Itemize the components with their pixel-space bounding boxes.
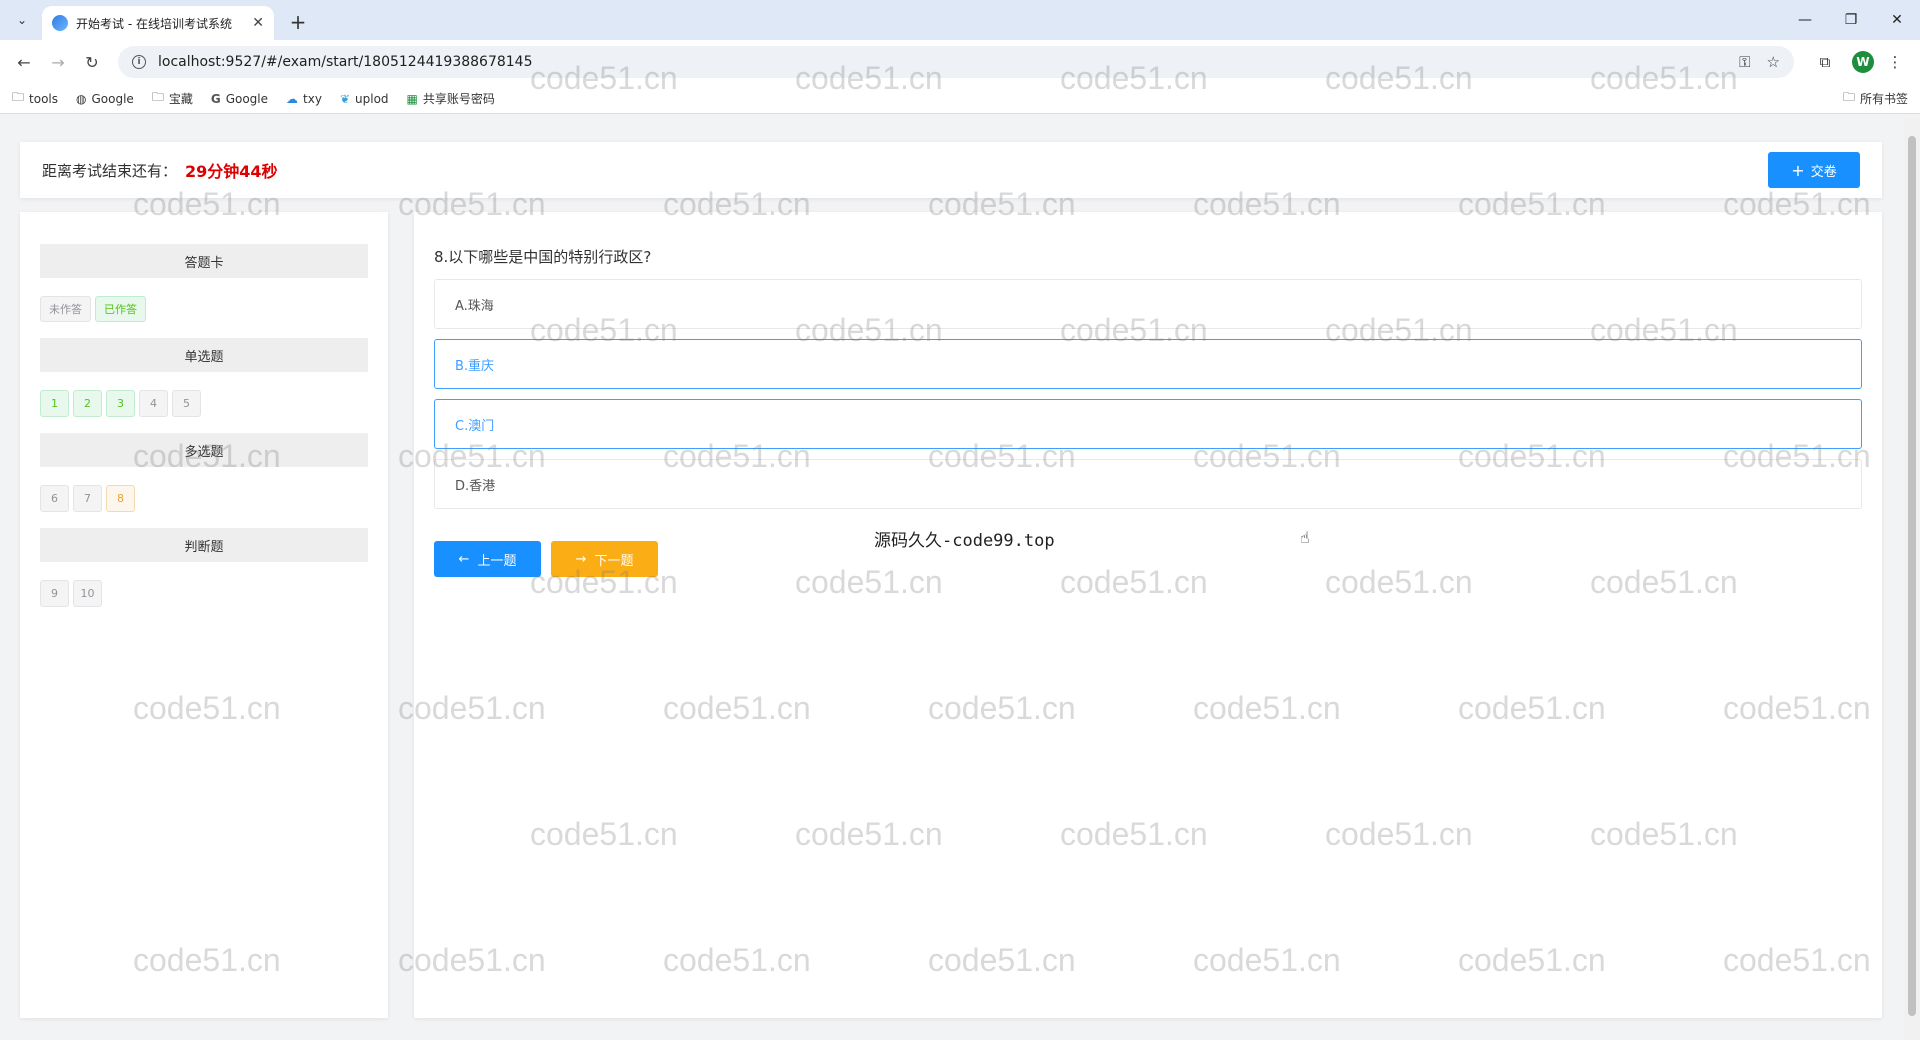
legend-row: 未作答 已作答 [40,278,368,338]
bookmark-google-1[interactable]: ◍ Google [76,92,134,106]
bookmark-google-2[interactable]: G Google [211,92,268,106]
question-number-2[interactable]: 2 [73,390,102,417]
password-key-icon[interactable]: ⚿ [1739,53,1750,71]
next-question-button[interactable]: → 下一题 [551,541,658,577]
bookmark-tools[interactable]: 🗀 tools [12,88,58,109]
menu-kebab-icon[interactable]: ⋮ [1880,47,1910,77]
option-a[interactable]: A.珠海 [434,279,1862,329]
folder-icon: 🗀 [151,90,164,104]
question-number-6[interactable]: 6 [40,485,69,512]
browser-tab-bar: ⌄ 开始考试 - 在线培训考试系统 ✕ + — ❐ ✕ [0,0,1920,40]
bird-icon: ❦ [339,91,351,106]
question-nav: ← 上一题 → 下一题 [434,541,1862,577]
arrow-left-icon: ← [458,551,470,567]
question-number-4[interactable]: 4 [139,390,168,417]
section-multiple-choice: 多选题 [40,433,368,467]
site-favicon-icon [52,15,68,31]
legend-answered: 已作答 [95,296,146,322]
browser-toolbar: ← → ↻ i localhost:9527/#/exam/start/1805… [0,40,1920,84]
question-number-1[interactable]: 1 [40,390,69,417]
question-number-3[interactable]: 3 [106,390,135,417]
cloud-icon: ☁ [286,91,299,106]
question-number-5[interactable]: 5 [172,390,201,417]
arrow-right-icon: → [575,551,587,567]
forward-icon[interactable]: → [44,48,72,76]
address-bar[interactable]: i localhost:9527/#/exam/start/1805124419… [118,46,1794,78]
tab-close-icon[interactable]: ✕ [252,15,264,31]
question-text: 8.以下哪些是中国的特别行政区? [434,248,652,266]
window-controls: — ❐ ✕ [1782,0,1920,40]
countdown-value: 29分钟44秒 [185,162,278,181]
extensions-icon[interactable]: ⧉ [1810,47,1840,77]
folder-icon: 🗀 [12,90,25,104]
scrollbar-thumb[interactable] [1908,136,1916,1016]
true-false-numbers: 9 10 [40,562,368,623]
globe-icon: ◍ [76,91,87,106]
bookmark-uplod[interactable]: ❦ uplod [340,92,389,106]
source-note: 源码久久-code99.top [874,531,1055,551]
new-tab-icon[interactable]: + [284,8,312,36]
submit-exam-button[interactable]: + 交卷 [1768,152,1860,188]
option-c[interactable]: C.澳门 [434,399,1862,449]
site-info-icon[interactable]: i [132,55,146,69]
back-icon[interactable]: ← [10,48,38,76]
option-b[interactable]: B.重庆 [434,339,1862,389]
section-single-choice: 单选题 [40,338,368,372]
bookmark-txy[interactable]: ☁ txy [286,92,322,106]
legend-unanswered: 未作答 [40,296,91,322]
window-close-icon[interactable]: ✕ [1874,0,1920,40]
page-scrollbar[interactable] [1904,118,1920,1040]
sheet-icon: ▦ [406,91,418,106]
bookmarks-bar: 🗀 tools ◍ Google 🗀 宝藏 G Google ☁ txy ❦ uplod ▦… [0,84,1920,114]
exam-header: 距离考试结束还有： 29分钟44秒 + 交卷 [20,142,1882,198]
tab-title: 开始考试 - 在线培训考试系统 [76,16,232,31]
question-number-8[interactable]: 8 [106,485,135,512]
section-true-false: 判断题 [40,528,368,562]
browser-tab[interactable]: 开始考试 - 在线培训考试系统 ✕ [42,6,274,40]
answer-card-title: 答题卡 [40,244,368,278]
multiple-choice-numbers: 6 7 8 [40,467,368,528]
answer-card-panel: 答题卡 未作答 已作答 单选题 1 2 3 4 5 多选题 6 7 8 判断题 … [20,212,388,1018]
countdown-label: 距离考试结束还有： [42,161,178,180]
reload-icon[interactable]: ↻ [78,48,106,76]
question-number-7[interactable]: 7 [73,485,102,512]
profile-avatar[interactable]: W [1852,51,1874,73]
question-number-9[interactable]: 9 [40,580,69,607]
bookmark-star-icon[interactable]: ☆ [1767,53,1780,71]
exam-page: 距离考试结束还有： 29分钟44秒 + 交卷 答题卡 未作答 已作答 单选题 1… [0,118,1920,1040]
all-bookmarks[interactable]: 🗀 所有书签 [1843,88,1908,109]
previous-question-button[interactable]: ← 上一题 [434,541,541,577]
restore-icon[interactable]: ❐ [1828,0,1874,40]
minimize-icon[interactable]: — [1782,0,1828,40]
url-text[interactable]: localhost:9527/#/exam/start/180512441938… [158,54,1723,70]
bookmark-shared-accounts[interactable]: ▦ 共享账号密码 [407,90,495,107]
question-number-10[interactable]: 10 [73,580,102,607]
tab-search-chevron-icon[interactable]: ⌄ [8,6,36,34]
single-choice-numbers: 1 2 3 4 5 [40,372,368,433]
question-panel: 8.以下哪些是中国的特别行政区? A.珠海 B.重庆 C.澳门 D.香港 源码久… [414,212,1882,1018]
mouse-cursor-icon: ☝ [1300,528,1310,547]
folder-icon: 🗀 [1842,90,1855,104]
bookmark-baozang[interactable]: 🗀 宝藏 [152,88,193,109]
option-d[interactable]: D.香港 [434,459,1862,509]
google-icon: G [210,91,221,106]
plus-icon: + [1791,160,1805,180]
